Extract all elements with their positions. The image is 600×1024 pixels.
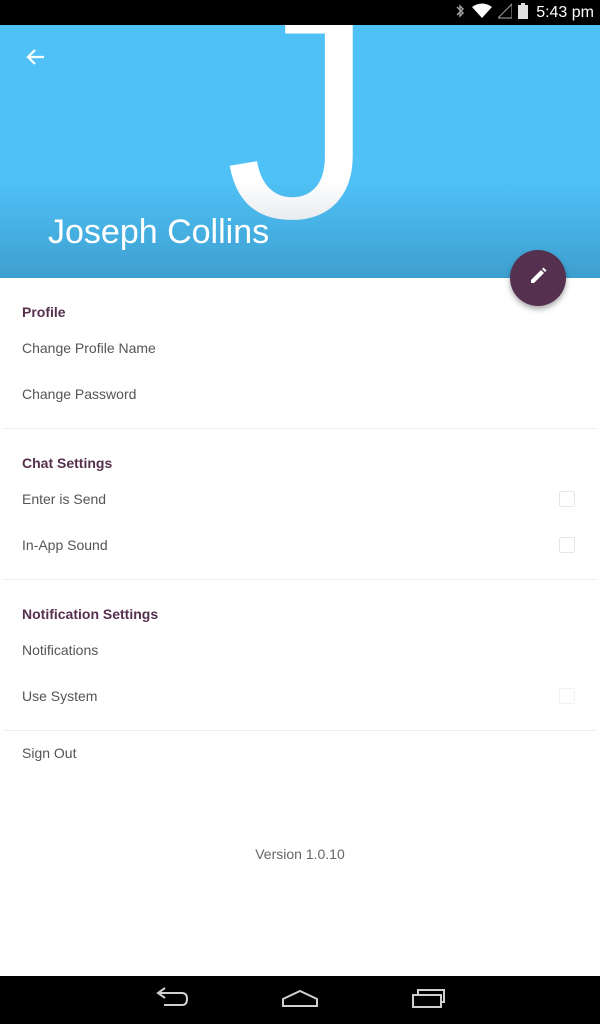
battery-icon <box>518 2 529 23</box>
in-app-sound-checkbox[interactable] <box>559 537 575 553</box>
status-bar: 5:43 pm <box>0 0 600 25</box>
item-label: Enter is Send <box>22 491 107 507</box>
item-label: Change Password <box>22 386 137 402</box>
nav-back-button[interactable] <box>148 984 196 1016</box>
enter-is-send-item[interactable]: Enter is Send <box>0 477 600 523</box>
use-system-item[interactable]: Use System <box>0 674 600 720</box>
profile-name: Joseph Collins <box>48 213 270 251</box>
sign-out-item[interactable]: Sign Out <box>0 731 600 777</box>
status-time: 5:43 pm <box>536 3 594 21</box>
divider <box>4 428 596 429</box>
arrow-left-icon <box>26 47 46 71</box>
item-label: Use System <box>22 688 98 704</box>
wifi-icon <box>472 3 493 23</box>
nav-home-button[interactable] <box>276 984 324 1016</box>
recents-nav-icon <box>410 987 446 1013</box>
item-label: Change Profile Name <box>22 340 156 356</box>
signal-icon <box>496 2 513 23</box>
navigation-bar <box>0 976 600 1024</box>
profile-header: J Joseph Collins <box>0 25 600 278</box>
bluetooth-icon <box>454 3 466 23</box>
enter-is-send-checkbox[interactable] <box>559 491 575 507</box>
in-app-sound-item[interactable]: In-App Sound <box>0 523 600 569</box>
sign-out-label: Sign Out <box>22 745 77 761</box>
section-title-notification: Notification Settings <box>22 606 159 622</box>
change-password-item[interactable]: Change Password <box>0 372 600 418</box>
section-title-profile: Profile <box>22 304 66 320</box>
version-text: Version 1.0.10 <box>255 846 345 862</box>
section-title-chat: Chat Settings <box>22 455 113 471</box>
use-system-checkbox[interactable] <box>559 688 575 704</box>
item-label: Notifications <box>22 642 99 658</box>
item-label: In-App Sound <box>22 537 108 553</box>
settings-screen: 5:43 pm J Joseph Collins Profile Change … <box>0 0 600 1024</box>
status-icons: 5:43 pm <box>454 0 594 25</box>
pencil-icon <box>528 266 548 290</box>
change-profile-name-item[interactable]: Change Profile Name <box>0 326 600 372</box>
back-button[interactable] <box>18 41 54 77</box>
edit-profile-button[interactable] <box>510 250 566 306</box>
notifications-item[interactable]: Notifications <box>0 628 600 674</box>
divider <box>4 579 596 580</box>
home-nav-icon <box>280 987 320 1013</box>
nav-recents-button[interactable] <box>404 984 452 1016</box>
back-nav-icon <box>154 987 190 1013</box>
